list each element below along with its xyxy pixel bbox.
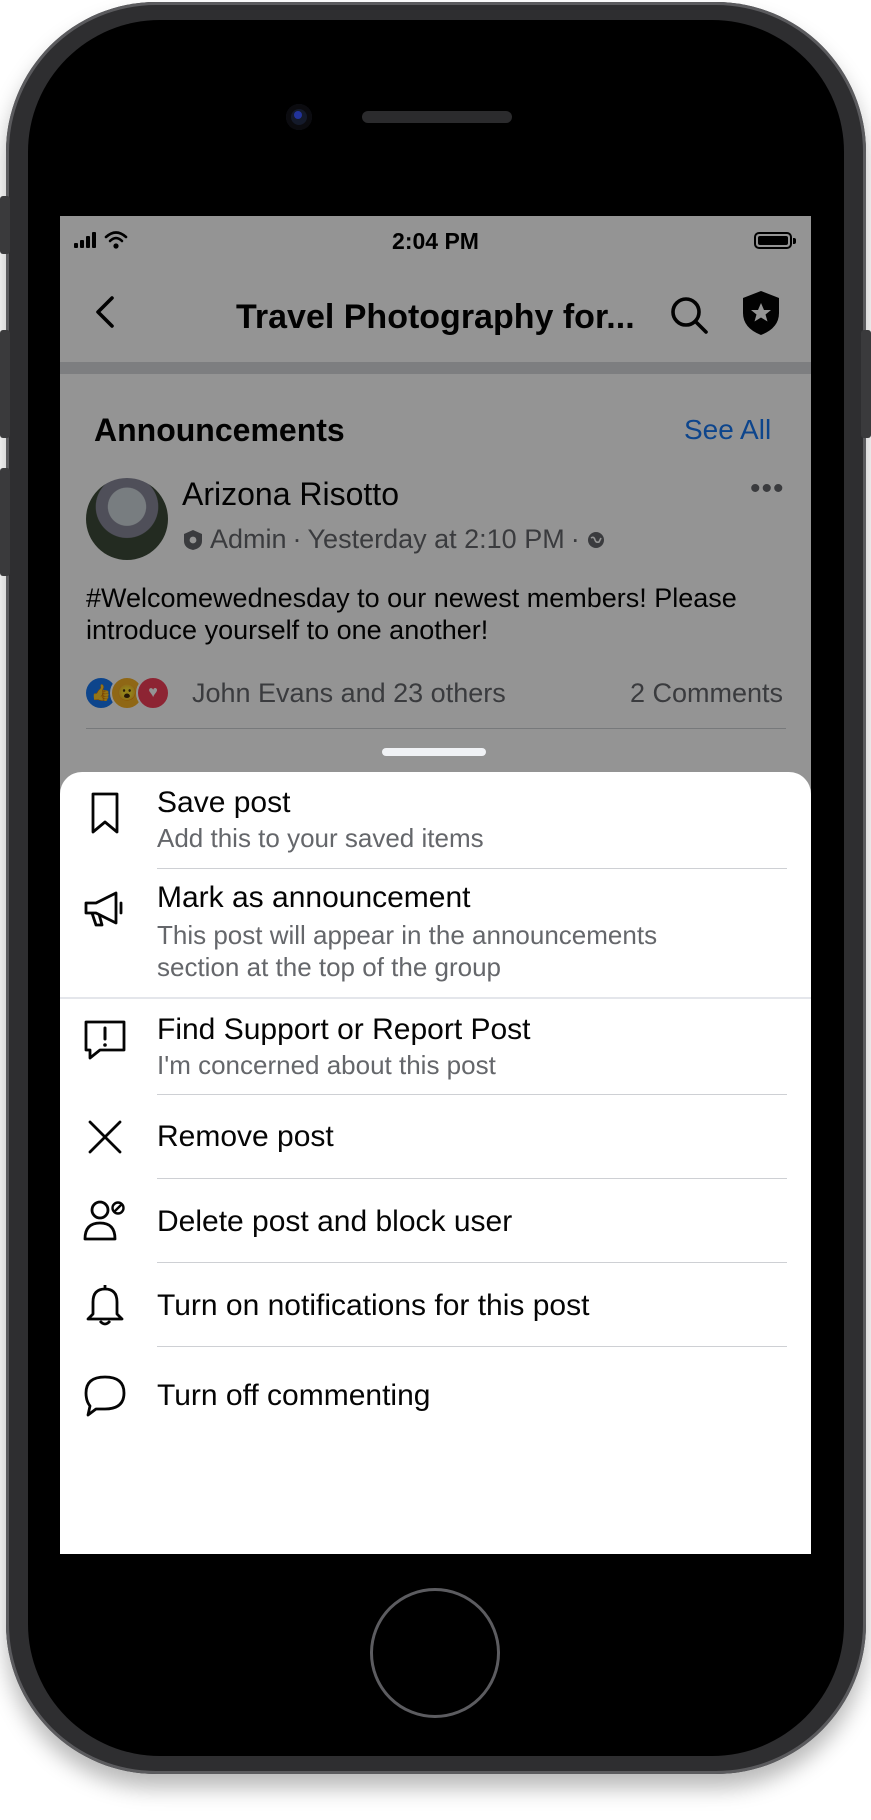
menu-item-turn-on-notifications[interactable]: Turn on notifications for this post <box>60 1263 811 1347</box>
menu-item-title: Delete post and block user <box>157 1205 513 1238</box>
menu-item-subtitle: Add this to your saved items <box>157 823 484 853</box>
megaphone-icon <box>84 891 123 927</box>
menu-item-title: Save post <box>157 786 291 819</box>
volume-up-button <box>0 330 10 438</box>
menu-item-title: Turn off commenting <box>157 1379 431 1412</box>
close-icon <box>88 1120 122 1154</box>
comment-icon <box>84 1375 126 1417</box>
front-camera <box>286 104 312 130</box>
menu-item-mark-announcement[interactable]: Mark as announcement This post will appe… <box>60 869 811 997</box>
bell-icon <box>86 1285 124 1326</box>
menu-item-title: Mark as announcement <box>157 881 471 914</box>
menu-item-title: Remove post <box>157 1120 334 1153</box>
app-screen: 2:04 PM Travel Photography for... Announ… <box>60 216 811 1554</box>
menu-item-title: Turn on notifications for this post <box>157 1289 590 1322</box>
menu-item-remove-post[interactable]: Remove post <box>60 1095 811 1179</box>
bookmark-icon <box>91 792 119 834</box>
home-button[interactable] <box>370 1588 500 1718</box>
menu-item-save-post[interactable]: Save post Add this to your saved items <box>60 772 811 868</box>
post-options-sheet: Save post Add this to your saved items M… <box>60 772 811 1554</box>
power-button <box>861 330 871 438</box>
report-icon <box>84 1020 126 1060</box>
menu-item-subtitle: This post will appear in the announcemen… <box>157 920 658 982</box>
block-user-icon <box>83 1200 125 1241</box>
earpiece-speaker <box>362 111 512 123</box>
volume-down-button <box>0 468 10 576</box>
menu-item-report-post[interactable]: Find Support or Report Post I'm concerne… <box>60 999 811 1095</box>
menu-item-title: Find Support or Report Post <box>157 1013 531 1046</box>
mute-switch <box>0 196 10 254</box>
menu-item-subtitle: I'm concerned about this post <box>157 1050 496 1080</box>
menu-item-delete-block[interactable]: Delete post and block user <box>60 1179 811 1263</box>
menu-item-turn-off-commenting[interactable]: Turn off commenting <box>60 1347 811 1447</box>
sheet-grabber[interactable] <box>382 748 486 756</box>
